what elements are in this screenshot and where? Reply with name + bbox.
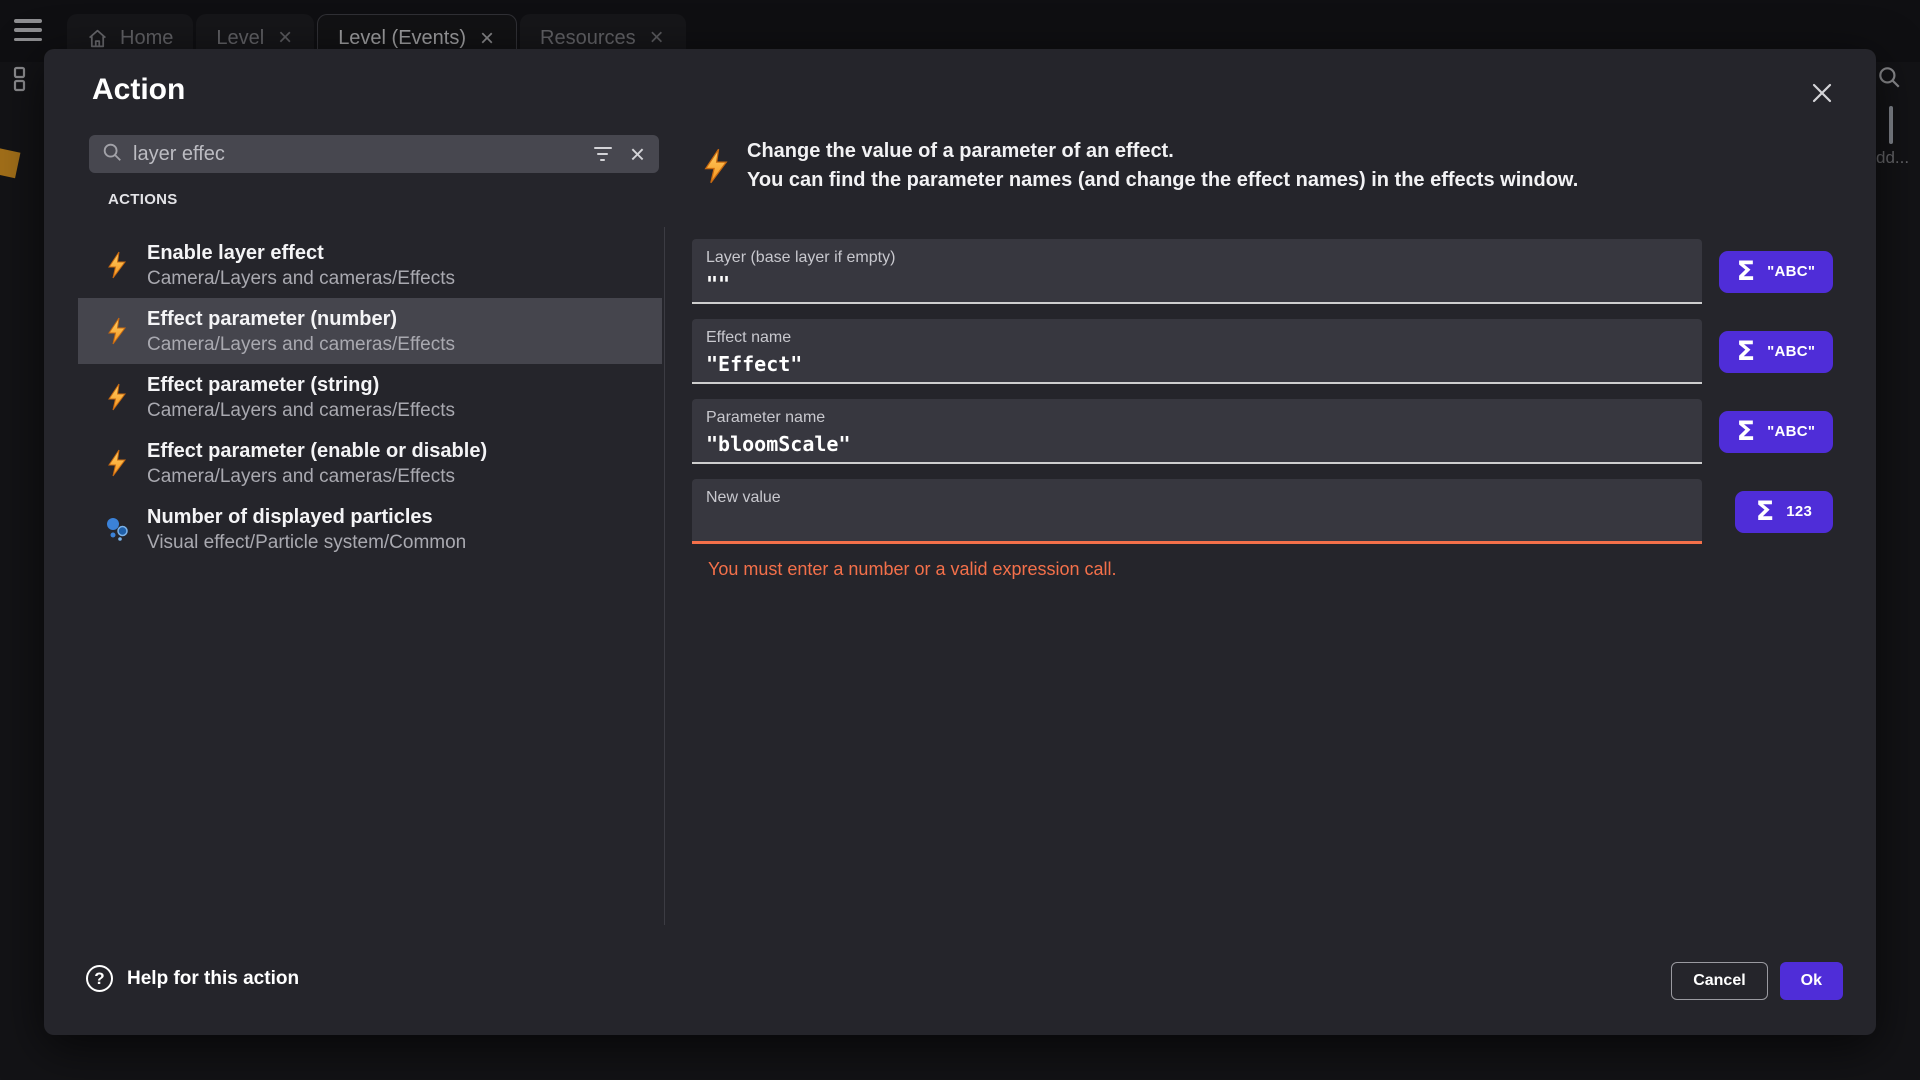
ok-button[interactable]: Ok	[1780, 962, 1843, 1000]
panel-divider	[664, 227, 665, 925]
action-item-title: Effect parameter (string)	[147, 372, 455, 398]
field-value: ""	[706, 270, 1688, 298]
sigma-icon: Σ	[1737, 258, 1755, 285]
action-list-item[interactable]: Enable layer effectCamera/Layers and cam…	[78, 232, 662, 298]
parameter-field[interactable]: Effect name"Effect"	[692, 319, 1702, 384]
action-item-text: Enable layer effectCamera/Layers and cam…	[147, 240, 455, 291]
field-label: Layer (base layer if empty)	[706, 248, 1688, 268]
action-item-path: Camera/Layers and cameras/Effects	[147, 332, 455, 357]
actions-list: Enable layer effectCamera/Layers and cam…	[78, 232, 662, 562]
action-item-text: Number of displayed particlesVisual effe…	[147, 504, 466, 555]
field-group: Parameter name"bloomScale" Σ "ABC"	[692, 399, 1833, 464]
expression-button-label: "ABC"	[1767, 263, 1815, 280]
action-item-title: Effect parameter (number)	[147, 306, 455, 332]
field-row: New value Σ 123	[692, 479, 1833, 544]
field-group: Layer (base layer if empty)"" Σ "ABC"	[692, 239, 1833, 304]
help-label: Help for this action	[127, 968, 299, 990]
action-list-item[interactable]: Number of displayed particlesVisual effe…	[78, 496, 662, 562]
actions-section-label: ACTIONS	[108, 191, 178, 208]
expression-button-label: 123	[1786, 503, 1812, 520]
action-list-item[interactable]: Effect parameter (string)Camera/Layers a…	[78, 364, 662, 430]
field-group: New value Σ 123 You must enter a number or …	[692, 479, 1833, 580]
field-error-message: You must enter a number or a valid expre…	[708, 559, 1833, 580]
action-item-title: Effect parameter (enable or disable)	[147, 438, 487, 464]
action-search-bar: ×	[89, 135, 659, 173]
action-dialog: Action × ACTIONS Enable layer effectCame…	[44, 49, 1876, 1035]
filter-icon[interactable]	[590, 143, 616, 166]
field-value	[706, 510, 1688, 538]
expression-editor-button[interactable]: Σ 123	[1735, 491, 1833, 533]
action-list-item[interactable]: Effect parameter (enable or disable)Came…	[78, 430, 662, 496]
action-item-text: Effect parameter (enable or disable)Came…	[147, 438, 487, 489]
action-item-path: Camera/Layers and cameras/Effects	[147, 398, 455, 423]
cancel-button[interactable]: Cancel	[1671, 962, 1767, 1000]
field-row: Parameter name"bloomScale" Σ "ABC"	[692, 399, 1833, 464]
sigma-icon: Σ	[1756, 498, 1774, 525]
field-label: Parameter name	[706, 408, 1688, 428]
field-value: "bloomScale"	[706, 430, 1688, 458]
action-item-text: Effect parameter (number)Camera/Layers a…	[147, 306, 455, 357]
dialog-close-icon[interactable]	[1806, 77, 1838, 109]
action-list-item[interactable]: Effect parameter (number)Camera/Layers a…	[78, 298, 662, 364]
action-item-path: Visual effect/Particle system/Common	[147, 530, 466, 555]
sigma-icon: Σ	[1737, 338, 1755, 365]
lightning-icon	[104, 251, 130, 279]
lightning-icon	[700, 148, 732, 189]
search-icon	[101, 141, 123, 168]
expression-editor-button[interactable]: Σ "ABC"	[1719, 411, 1833, 453]
description-line-2: You can find the parameter names (and ch…	[747, 166, 1827, 195]
action-item-title: Enable layer effect	[147, 240, 455, 266]
lightning-icon	[104, 449, 130, 477]
action-item-title: Number of displayed particles	[147, 504, 466, 530]
expression-editor-button[interactable]: Σ "ABC"	[1719, 331, 1833, 373]
field-row: Effect name"Effect" Σ "ABC"	[692, 319, 1833, 384]
action-item-path: Camera/Layers and cameras/Effects	[147, 266, 455, 291]
field-row: Layer (base layer if empty)"" Σ "ABC"	[692, 239, 1833, 304]
description-line-1: Change the value of a parameter of an ef…	[747, 137, 1827, 166]
action-description: Change the value of a parameter of an ef…	[747, 137, 1827, 195]
field-label: Effect name	[706, 328, 1688, 348]
field-group: Effect name"Effect" Σ "ABC"	[692, 319, 1833, 384]
sigma-icon: Σ	[1737, 418, 1755, 445]
help-link[interactable]: ? Help for this action	[86, 965, 299, 992]
particles-icon	[104, 516, 130, 542]
lightning-icon	[104, 383, 130, 411]
expression-editor-button[interactable]: Σ "ABC"	[1719, 251, 1833, 293]
help-question-icon: ?	[86, 965, 113, 992]
parameter-field[interactable]: Parameter name"bloomScale"	[692, 399, 1702, 464]
parameter-field[interactable]: Layer (base layer if empty)""	[692, 239, 1702, 304]
dialog-title: Action	[92, 73, 185, 107]
parameter-field[interactable]: New value	[692, 479, 1702, 544]
expression-button-label: "ABC"	[1767, 423, 1815, 440]
clear-search-icon[interactable]: ×	[626, 137, 649, 171]
expression-button-label: "ABC"	[1767, 343, 1815, 360]
action-item-path: Camera/Layers and cameras/Effects	[147, 464, 487, 489]
search-input[interactable]	[133, 143, 590, 166]
lightning-icon	[104, 317, 130, 345]
field-value: "Effect"	[706, 350, 1688, 378]
field-label: New value	[706, 488, 1688, 508]
dialog-footer-buttons: Cancel Ok	[1671, 962, 1843, 1000]
parameter-fields: Layer (base layer if empty)""Σ"ABC"Effec…	[692, 239, 1833, 598]
action-item-text: Effect parameter (string)Camera/Layers a…	[147, 372, 455, 423]
